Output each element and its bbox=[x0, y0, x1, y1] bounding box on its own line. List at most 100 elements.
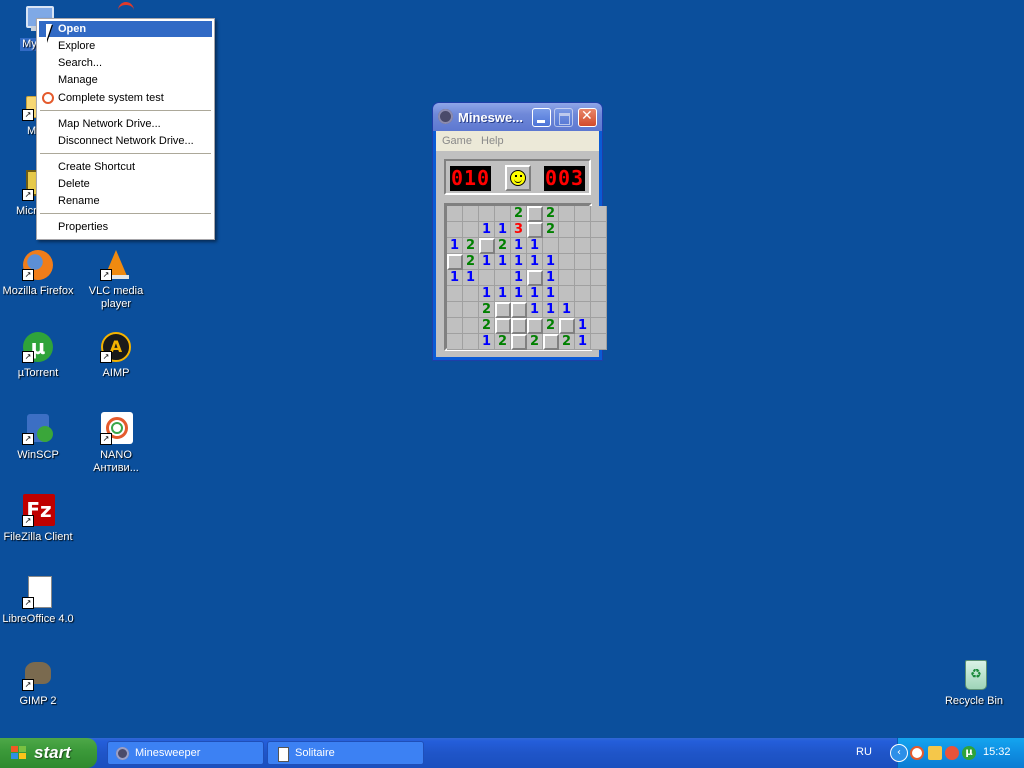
mine-cell-empty[interactable] bbox=[591, 222, 607, 238]
network-tray-icon[interactable] bbox=[945, 746, 959, 760]
desktop-icon-winscp[interactable]: ↗ WinSCP bbox=[0, 412, 76, 462]
mine-cell-number[interactable]: 2 bbox=[495, 334, 511, 350]
taskbar-button-solitaire[interactable]: Solitaire bbox=[267, 741, 424, 765]
mine-cell-number[interactable]: 1 bbox=[447, 238, 463, 254]
mine-cell-empty[interactable] bbox=[559, 238, 575, 254]
mine-cell-unrevealed[interactable] bbox=[559, 318, 575, 334]
desktop-icon-nano-antivirus[interactable]: ↗ NANO Антиви... bbox=[78, 412, 154, 475]
mine-cell-empty[interactable] bbox=[575, 302, 591, 318]
tray-expand-icon[interactable]: ‹ bbox=[890, 744, 908, 762]
mine-cell-number[interactable]: 1 bbox=[527, 286, 543, 302]
mine-cell-empty[interactable] bbox=[463, 222, 479, 238]
mine-cell-empty[interactable] bbox=[447, 286, 463, 302]
menu-item-delete[interactable]: Delete bbox=[39, 176, 212, 192]
desktop-icon-partial[interactable] bbox=[100, 0, 140, 19]
mine-cell-unrevealed[interactable] bbox=[447, 254, 463, 270]
mine-cell-empty[interactable] bbox=[447, 318, 463, 334]
mine-cell-empty[interactable] bbox=[559, 206, 575, 222]
mine-cell-number[interactable]: 1 bbox=[463, 270, 479, 286]
mine-cell-empty[interactable] bbox=[447, 334, 463, 350]
mine-cell-empty[interactable] bbox=[479, 206, 495, 222]
mine-cell-empty[interactable] bbox=[463, 302, 479, 318]
start-button[interactable]: start bbox=[0, 738, 97, 768]
menu-item-open[interactable]: Open bbox=[39, 21, 212, 37]
mine-cell-empty[interactable] bbox=[575, 222, 591, 238]
mine-cell-unrevealed[interactable] bbox=[527, 206, 543, 222]
menu-item-manage[interactable]: Manage bbox=[39, 72, 212, 88]
menu-help[interactable]: Help bbox=[481, 135, 504, 147]
mine-cell-number[interactable]: 2 bbox=[463, 238, 479, 254]
mine-cell-number[interactable]: 1 bbox=[527, 254, 543, 270]
utorrent-tray-icon[interactable]: µ bbox=[962, 746, 976, 760]
mine-cell-empty[interactable] bbox=[447, 206, 463, 222]
mine-cell-number[interactable]: 2 bbox=[479, 318, 495, 334]
mine-cell-unrevealed[interactable] bbox=[495, 302, 511, 318]
mine-cell-empty[interactable] bbox=[559, 286, 575, 302]
mine-cell-unrevealed[interactable] bbox=[543, 334, 559, 350]
title-bar[interactable]: Mineswe... ✕ bbox=[433, 103, 602, 131]
mine-cell-empty[interactable] bbox=[559, 270, 575, 286]
close-button[interactable]: ✕ bbox=[578, 108, 597, 127]
menu-item-map-network-drive[interactable]: Map Network Drive... bbox=[39, 116, 212, 132]
new-game-button[interactable] bbox=[505, 165, 531, 191]
desktop-icon-filezilla[interactable]: Fz ↗ FileZilla Client bbox=[0, 494, 76, 544]
mine-cell-empty[interactable] bbox=[447, 302, 463, 318]
mine-cell-number[interactable]: 2 bbox=[543, 206, 559, 222]
mine-cell-number[interactable]: 2 bbox=[463, 254, 479, 270]
mine-cell-unrevealed[interactable] bbox=[495, 318, 511, 334]
mine-cell-empty[interactable] bbox=[559, 222, 575, 238]
mine-cell-unrevealed[interactable] bbox=[479, 238, 495, 254]
mine-cell-number[interactable]: 2 bbox=[479, 302, 495, 318]
menu-item-search[interactable]: Search... bbox=[39, 55, 212, 71]
mine-cell-number[interactable]: 3 bbox=[511, 222, 527, 238]
desktop-icon-gimp[interactable]: ↗ GIMP 2 bbox=[0, 658, 76, 708]
mine-cell-empty[interactable] bbox=[495, 270, 511, 286]
minimize-button[interactable] bbox=[532, 108, 551, 127]
mine-cell-empty[interactable] bbox=[591, 238, 607, 254]
mine-cell-empty[interactable] bbox=[591, 334, 607, 350]
mine-cell-empty[interactable] bbox=[575, 206, 591, 222]
mine-cell-empty[interactable] bbox=[575, 270, 591, 286]
mine-cell-number[interactable]: 1 bbox=[575, 318, 591, 334]
desktop-icon-vlc[interactable]: ↗ VLC media player bbox=[78, 248, 154, 311]
mine-cell-number[interactable]: 2 bbox=[527, 334, 543, 350]
desktop-icon-utorrent[interactable]: µ ↗ µTorrent bbox=[0, 330, 76, 380]
language-indicator[interactable]: RU bbox=[856, 746, 872, 758]
mine-cell-unrevealed[interactable] bbox=[511, 334, 527, 350]
mine-cell-number[interactable]: 1 bbox=[511, 286, 527, 302]
mine-cell-number[interactable]: 2 bbox=[543, 318, 559, 334]
taskbar-button-minesweeper[interactable]: Minesweeper bbox=[107, 741, 264, 765]
mine-cell-empty[interactable] bbox=[543, 238, 559, 254]
mine-cell-number[interactable]: 1 bbox=[543, 286, 559, 302]
menu-item-create-shortcut[interactable]: Create Shortcut bbox=[39, 159, 212, 175]
mine-cell-empty[interactable] bbox=[591, 318, 607, 334]
volume-tray-icon[interactable] bbox=[928, 746, 942, 760]
mine-cell-number[interactable]: 1 bbox=[543, 270, 559, 286]
mine-cell-empty[interactable] bbox=[463, 286, 479, 302]
mine-cell-empty[interactable] bbox=[463, 318, 479, 334]
mine-cell-number[interactable]: 1 bbox=[479, 254, 495, 270]
mine-cell-number[interactable]: 1 bbox=[479, 222, 495, 238]
mine-cell-empty[interactable] bbox=[447, 222, 463, 238]
mine-cell-empty[interactable] bbox=[591, 270, 607, 286]
menu-item-explore[interactable]: Explore bbox=[39, 38, 212, 54]
mine-cell-number[interactable]: 1 bbox=[511, 254, 527, 270]
nano-antivirus-tray-icon[interactable] bbox=[910, 746, 924, 760]
mine-cell-number[interactable]: 1 bbox=[543, 302, 559, 318]
menu-game[interactable]: Game bbox=[442, 135, 472, 147]
mine-cell-unrevealed[interactable] bbox=[511, 302, 527, 318]
desktop-icon-recycle-bin[interactable]: ♻ Recycle Bin bbox=[936, 658, 1012, 708]
mine-cell-number[interactable]: 1 bbox=[495, 222, 511, 238]
mine-cell-empty[interactable] bbox=[591, 254, 607, 270]
mine-cell-number[interactable]: 1 bbox=[527, 302, 543, 318]
mine-cell-empty[interactable] bbox=[591, 302, 607, 318]
mine-cell-empty[interactable] bbox=[463, 206, 479, 222]
mine-cell-number[interactable]: 1 bbox=[543, 254, 559, 270]
minesweeper-window[interactable]: Mineswe... ✕ Game Help 010 003 2 2 1 1 3… bbox=[433, 103, 607, 360]
menu-item-rename[interactable]: Rename bbox=[39, 193, 212, 209]
mine-cell-unrevealed[interactable] bbox=[527, 270, 543, 286]
desktop-icon-aimp[interactable]: A ↗ AIMP bbox=[78, 330, 154, 380]
mine-cell-number[interactable]: 1 bbox=[479, 286, 495, 302]
menu-item-disconnect-network-drive[interactable]: Disconnect Network Drive... bbox=[39, 133, 212, 149]
mine-cell-number[interactable]: 2 bbox=[495, 238, 511, 254]
